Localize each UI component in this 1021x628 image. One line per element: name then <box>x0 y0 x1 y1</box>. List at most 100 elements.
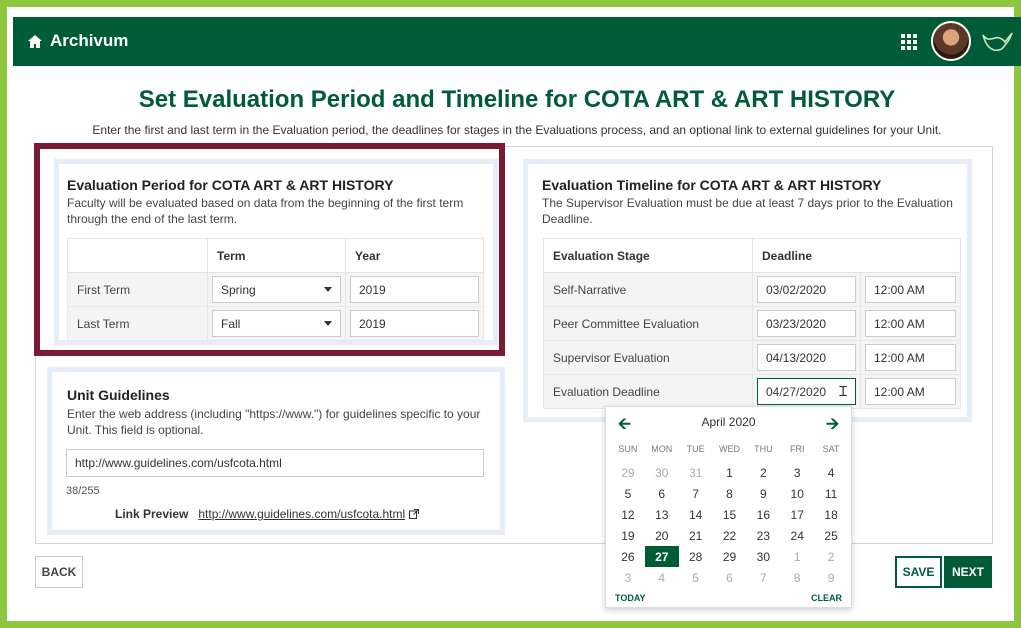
text-cursor-icon: Ɪ <box>839 383 847 399</box>
guidelines-description: Enter the web address (including "https:… <box>67 407 481 437</box>
link-preview: Link Preview http://www.guidelines.com/u… <box>115 507 420 521</box>
page-subtitle: Enter the first and last term in the Eva… <box>92 123 942 137</box>
calendar-footer: TODAY CLEAR <box>615 593 842 603</box>
date-picker: 🡨 April 2020 🡪 SUN MON TUE WED THU FRI S… <box>605 406 852 608</box>
table-row: Evaluation Deadline 04/27/2020 Ɪ 12:00 AM <box>543 374 961 409</box>
deadline-time-input[interactable]: 12:00 AM <box>865 344 956 371</box>
calendar-day[interactable]: 2 <box>746 462 780 483</box>
calendar-day[interactable]: 25 <box>814 525 848 546</box>
deadline-time-input[interactable]: 12:00 AM <box>865 276 956 303</box>
external-link-icon <box>409 509 420 519</box>
app-name: Archivum <box>50 31 129 50</box>
app-brand[interactable]: Archivum <box>27 31 128 51</box>
time-value: 12:00 AM <box>874 350 925 365</box>
home-icon <box>28 34 42 48</box>
calendar-day[interactable]: 22 <box>713 525 747 546</box>
calendar-day[interactable]: 1 <box>780 546 814 567</box>
date-value: 04/13/2020 <box>766 350 827 365</box>
calendar-day[interactable]: 10 <box>780 483 814 504</box>
calendar-day[interactable]: 2 <box>814 546 848 567</box>
guidelines-heading: Unit Guidelines <box>67 387 170 403</box>
calendar-day[interactable]: 7 <box>679 483 713 504</box>
stage-label: Self-Narrative <box>543 272 753 307</box>
link-preview-url: http://www.guidelines.com/usfcota.html <box>198 507 406 521</box>
calendar-day[interactable]: 12 <box>611 504 645 525</box>
period-highlight-box <box>34 143 505 356</box>
calendar-day[interactable]: 29 <box>713 546 747 567</box>
weekday-header: SUN MON TUE WED THU FRI SAT <box>611 444 848 454</box>
bull-logo-icon <box>982 32 1013 52</box>
calendar-day[interactable]: 5 <box>611 483 645 504</box>
calendar-day[interactable]: 30 <box>746 546 780 567</box>
date-value: 03/02/2020 <box>766 282 827 297</box>
stage-column-header: Evaluation Stage <box>543 238 753 273</box>
calendar-day[interactable]: 3 <box>780 462 814 483</box>
calendar-day[interactable]: 14 <box>679 504 713 525</box>
stage-label: Evaluation Deadline <box>543 374 753 409</box>
deadline-date-input[interactable]: 03/02/2020 <box>757 276 856 303</box>
calendar-day[interactable]: 21 <box>679 525 713 546</box>
time-value: 12:00 AM <box>874 316 925 331</box>
apps-grid-icon[interactable] <box>901 34 917 50</box>
calendar-day-selected[interactable]: 27 <box>644 546 679 567</box>
weekday-label: SUN <box>618 444 638 454</box>
today-button[interactable]: TODAY <box>615 593 646 603</box>
calendar-day[interactable]: 9 <box>746 483 780 504</box>
link-preview-link[interactable]: http://www.guidelines.com/usfcota.html <box>198 507 420 521</box>
table-row: Peer Committee Evaluation 03/23/2020 12:… <box>543 306 961 341</box>
guidelines-url-input[interactable]: http://www.guidelines.com/usfcota.html <box>66 449 484 477</box>
calendar-day[interactable]: 17 <box>780 504 814 525</box>
table-row: Self-Narrative 03/02/2020 12:00 AM <box>543 272 961 307</box>
calendar-day[interactable]: 9 <box>814 567 848 588</box>
stage-label: Supervisor Evaluation <box>543 340 753 375</box>
clear-button[interactable]: CLEAR <box>811 593 842 603</box>
calendar-day[interactable]: 19 <box>611 525 645 546</box>
calendar-day[interactable]: 23 <box>746 525 780 546</box>
calendar-day[interactable]: 4 <box>645 567 679 588</box>
calendar-day[interactable]: 8 <box>780 567 814 588</box>
char-counter: 38/255 <box>66 485 100 497</box>
link-preview-label: Link Preview <box>115 507 189 521</box>
deadline-date-input[interactable]: 03/23/2020 <box>757 310 856 337</box>
arrow-right-icon[interactable]: 🡪 <box>826 413 839 440</box>
calendar-month: April 2020 <box>701 415 756 429</box>
calendar-day[interactable]: 26 <box>611 546 645 567</box>
weekday-label: TUE <box>686 444 705 454</box>
calendar-day[interactable]: 4 <box>814 462 848 483</box>
calendar-day[interactable]: 1 <box>713 462 747 483</box>
next-button[interactable]: NEXT <box>944 556 992 588</box>
calendar-day[interactable]: 24 <box>780 525 814 546</box>
calendar-day[interactable]: 8 <box>713 483 747 504</box>
user-avatar[interactable] <box>931 21 971 61</box>
weekday-label: MON <box>651 444 673 454</box>
back-button[interactable]: BACK <box>35 556 83 588</box>
calendar-day[interactable]: 15 <box>713 504 747 525</box>
calendar-day[interactable]: 6 <box>645 483 679 504</box>
page-title: Set Evaluation Period and Timeline for C… <box>138 86 896 113</box>
weekday-label: THU <box>754 444 773 454</box>
calendar-day[interactable]: 5 <box>679 567 713 588</box>
calendar-day[interactable]: 3 <box>611 567 645 588</box>
calendar-day[interactable]: 7 <box>746 567 780 588</box>
deadline-time-input[interactable]: 12:00 AM <box>865 378 956 405</box>
weekday-label: SAT <box>822 444 840 454</box>
calendar-days: 29 30 31 1 2 3 4 5 6 7 8 9 10 11 12 13 1… <box>611 462 848 588</box>
deadline-date-input[interactable]: 04/13/2020 <box>757 344 856 371</box>
calendar-day[interactable]: 13 <box>645 504 679 525</box>
calendar-day[interactable]: 28 <box>679 546 713 567</box>
calendar-day[interactable]: 30 <box>645 462 679 483</box>
calendar-day[interactable]: 31 <box>679 462 713 483</box>
weekday-label: FRI <box>789 444 805 454</box>
save-button[interactable]: SAVE <box>895 556 942 588</box>
deadline-time-input[interactable]: 12:00 AM <box>865 310 956 337</box>
calendar-day[interactable]: 6 <box>713 567 747 588</box>
calendar-day[interactable]: 20 <box>645 525 679 546</box>
calendar-day[interactable]: 11 <box>814 483 848 504</box>
deadline-date-input-active[interactable]: 04/27/2020 Ɪ <box>757 378 856 405</box>
calendar-day[interactable]: 16 <box>746 504 780 525</box>
table-row: Supervisor Evaluation 04/13/2020 12:00 A… <box>543 340 961 375</box>
calendar-day[interactable]: 18 <box>814 504 848 525</box>
top-bar: Archivum <box>13 17 1021 66</box>
calendar-day[interactable]: 29 <box>611 462 645 483</box>
time-value: 12:00 AM <box>874 384 925 399</box>
